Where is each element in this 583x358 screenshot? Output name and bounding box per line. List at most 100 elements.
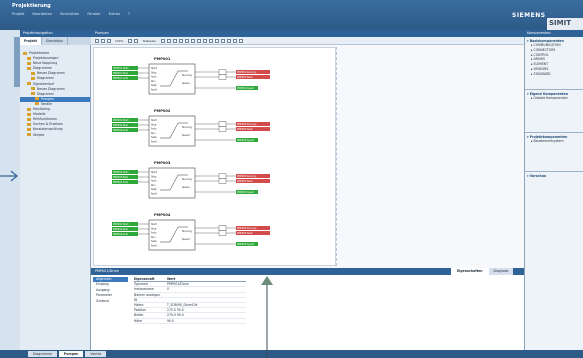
zoom-in-icon[interactable] <box>127 38 132 43</box>
editor-tab-valves[interactable]: Ventile <box>85 351 107 357</box>
align-center-icon[interactable] <box>226 38 231 43</box>
input-signal-label: PMP001.Stop <box>113 72 129 75</box>
output-signal-label: PMP004.Speed <box>237 243 255 246</box>
italic-icon[interactable] <box>172 38 177 43</box>
zoom-out-icon[interactable] <box>133 38 138 43</box>
property-key: Instanzname <box>134 287 154 292</box>
tree-item-label: Pumpen <box>41 96 54 101</box>
properties-tabs: Eigenschaften Diagnose <box>451 268 514 275</box>
folder-icon <box>27 82 31 86</box>
rectangle-icon[interactable] <box>196 38 201 43</box>
property-value[interactable] <box>167 293 246 297</box>
converter-block[interactable] <box>218 69 227 75</box>
pump-name: PMP001 <box>154 57 171 61</box>
image-icon[interactable] <box>208 38 213 43</box>
menu-item[interactable]: Extras <box>109 12 120 16</box>
input-signal-label: PMP004.Start <box>113 223 129 226</box>
tab-diagnostics[interactable]: Diagnose <box>487 268 514 275</box>
folder-icon <box>27 127 31 131</box>
property-value[interactable]: 90.0 <box>167 319 246 323</box>
bold-icon[interactable] <box>166 38 171 43</box>
align-icon[interactable] <box>184 38 189 43</box>
property-row[interactable]: Höhe 90.0 <box>134 319 246 324</box>
block-output-label: Running <box>182 74 192 77</box>
zoom-mode[interactable]: Teilweise <box>143 39 156 43</box>
converter-block[interactable] <box>218 121 227 127</box>
pump-block-group: PMP003 StartStop AutoRunSetp. Fault Running S… <box>112 161 270 199</box>
property-value[interactable]: 270.0 50.0 <box>167 308 246 312</box>
property-value[interactable] <box>167 298 246 302</box>
folder-icon <box>31 92 35 96</box>
property-value[interactable]: T_2DRIVE_Drive10k <box>167 303 246 307</box>
input-signal-label: PMP001.Start <box>113 67 129 70</box>
group-icon[interactable] <box>238 38 243 43</box>
properties-nav-item[interactable]: Zustand <box>93 299 128 304</box>
tree-item-label: Signalverlauf <box>33 81 54 86</box>
tab-properties[interactable]: Eigenschaften <box>451 268 488 275</box>
editor-tab-diagrams[interactable]: Diagramme <box>28 351 57 357</box>
converter-block[interactable] <box>218 74 227 80</box>
menu-item[interactable]: Projekt <box>12 12 24 16</box>
toolbar-button[interactable] <box>101 38 105 43</box>
block-input-label: Stop <box>151 71 157 74</box>
project-tree: Projektname Projektanzeigen Neue Kopplung D… <box>20 45 91 350</box>
align-right-icon[interactable] <box>232 38 237 43</box>
converter-block[interactable] <box>218 126 227 132</box>
converter-block[interactable] <box>218 230 227 236</box>
folder-icon <box>23 51 27 55</box>
folder-icon <box>27 117 31 121</box>
pump-name: PMP004 <box>154 213 171 217</box>
connector-icon[interactable] <box>214 38 219 43</box>
editor-title: Pumpen <box>91 30 524 37</box>
output-signal-label: PMP004.Fault <box>237 232 252 235</box>
block-input-label: Start <box>151 171 157 174</box>
align-left-icon[interactable] <box>220 38 225 43</box>
property-key: Höhe <box>134 318 143 323</box>
menu-item[interactable]: Fenster <box>87 12 100 16</box>
input-signal-label: PMP003.Stop <box>113 176 129 179</box>
converter-block[interactable] <box>218 225 227 231</box>
zoom-level[interactable]: 100% <box>115 39 124 43</box>
property-key: Namen anzeigen <box>134 292 161 297</box>
menu-item[interactable]: Bearbeiten <box>32 12 52 16</box>
tab-simulation[interactable]: Simulation <box>42 37 68 45</box>
folder-icon <box>35 97 39 101</box>
property-key: Position <box>134 308 147 313</box>
underline-icon[interactable] <box>178 38 183 43</box>
text-icon[interactable] <box>160 38 165 43</box>
input-signal-label: PMP002.Start <box>113 119 129 122</box>
block-input-label: Start <box>151 223 157 226</box>
line-icon[interactable] <box>190 38 195 43</box>
diagram-sheet[interactable]: PMP001 Start Stop Auto Run Setp. Fault Running S… <box>93 47 336 266</box>
property-value[interactable]: 0 <box>167 287 246 291</box>
property-value[interactable]: PMP001/Drive <box>167 282 246 286</box>
input-signal-label: PMP003.Auto <box>113 181 129 184</box>
block-input-label: Fault <box>151 245 157 248</box>
component-section[interactable]: ▾ Vorschau <box>525 174 583 178</box>
input-signal-label: PMP002.Auto <box>113 129 129 132</box>
output-signal-label: PMP001.Running <box>237 71 257 74</box>
tree-item-label: Diagramm <box>37 76 54 81</box>
folder-icon <box>27 66 31 70</box>
tree-item-label: Diagramm <box>37 91 54 96</box>
input-signal-label: PMP004.Auto <box>113 233 129 236</box>
converter-block[interactable] <box>218 178 227 184</box>
tab-project[interactable]: Projekt <box>20 37 42 45</box>
output-signal-label: PMP002.Running <box>237 123 257 126</box>
folder-icon <box>27 112 31 116</box>
tree-item-label: Neues Diagramm <box>37 86 65 91</box>
ellipse-icon[interactable] <box>202 38 207 43</box>
editor-tab-pumps[interactable]: Pumpen <box>58 351 84 357</box>
menu-item[interactable]: ? <box>128 12 130 16</box>
toolbar-button[interactable] <box>95 38 99 43</box>
tree-item-label: Neue Kopplung <box>33 61 58 66</box>
menu-item[interactable]: Simulation <box>60 12 79 16</box>
property-value[interactable]: 270.0 90.0 <box>167 313 246 317</box>
grid-icon[interactable] <box>107 38 111 43</box>
converter-block[interactable] <box>218 173 227 179</box>
input-signal-label: PMP002.Stop <box>113 124 129 127</box>
tree-item[interactable]: Skripte <box>20 133 90 138</box>
folder-icon <box>27 61 31 65</box>
